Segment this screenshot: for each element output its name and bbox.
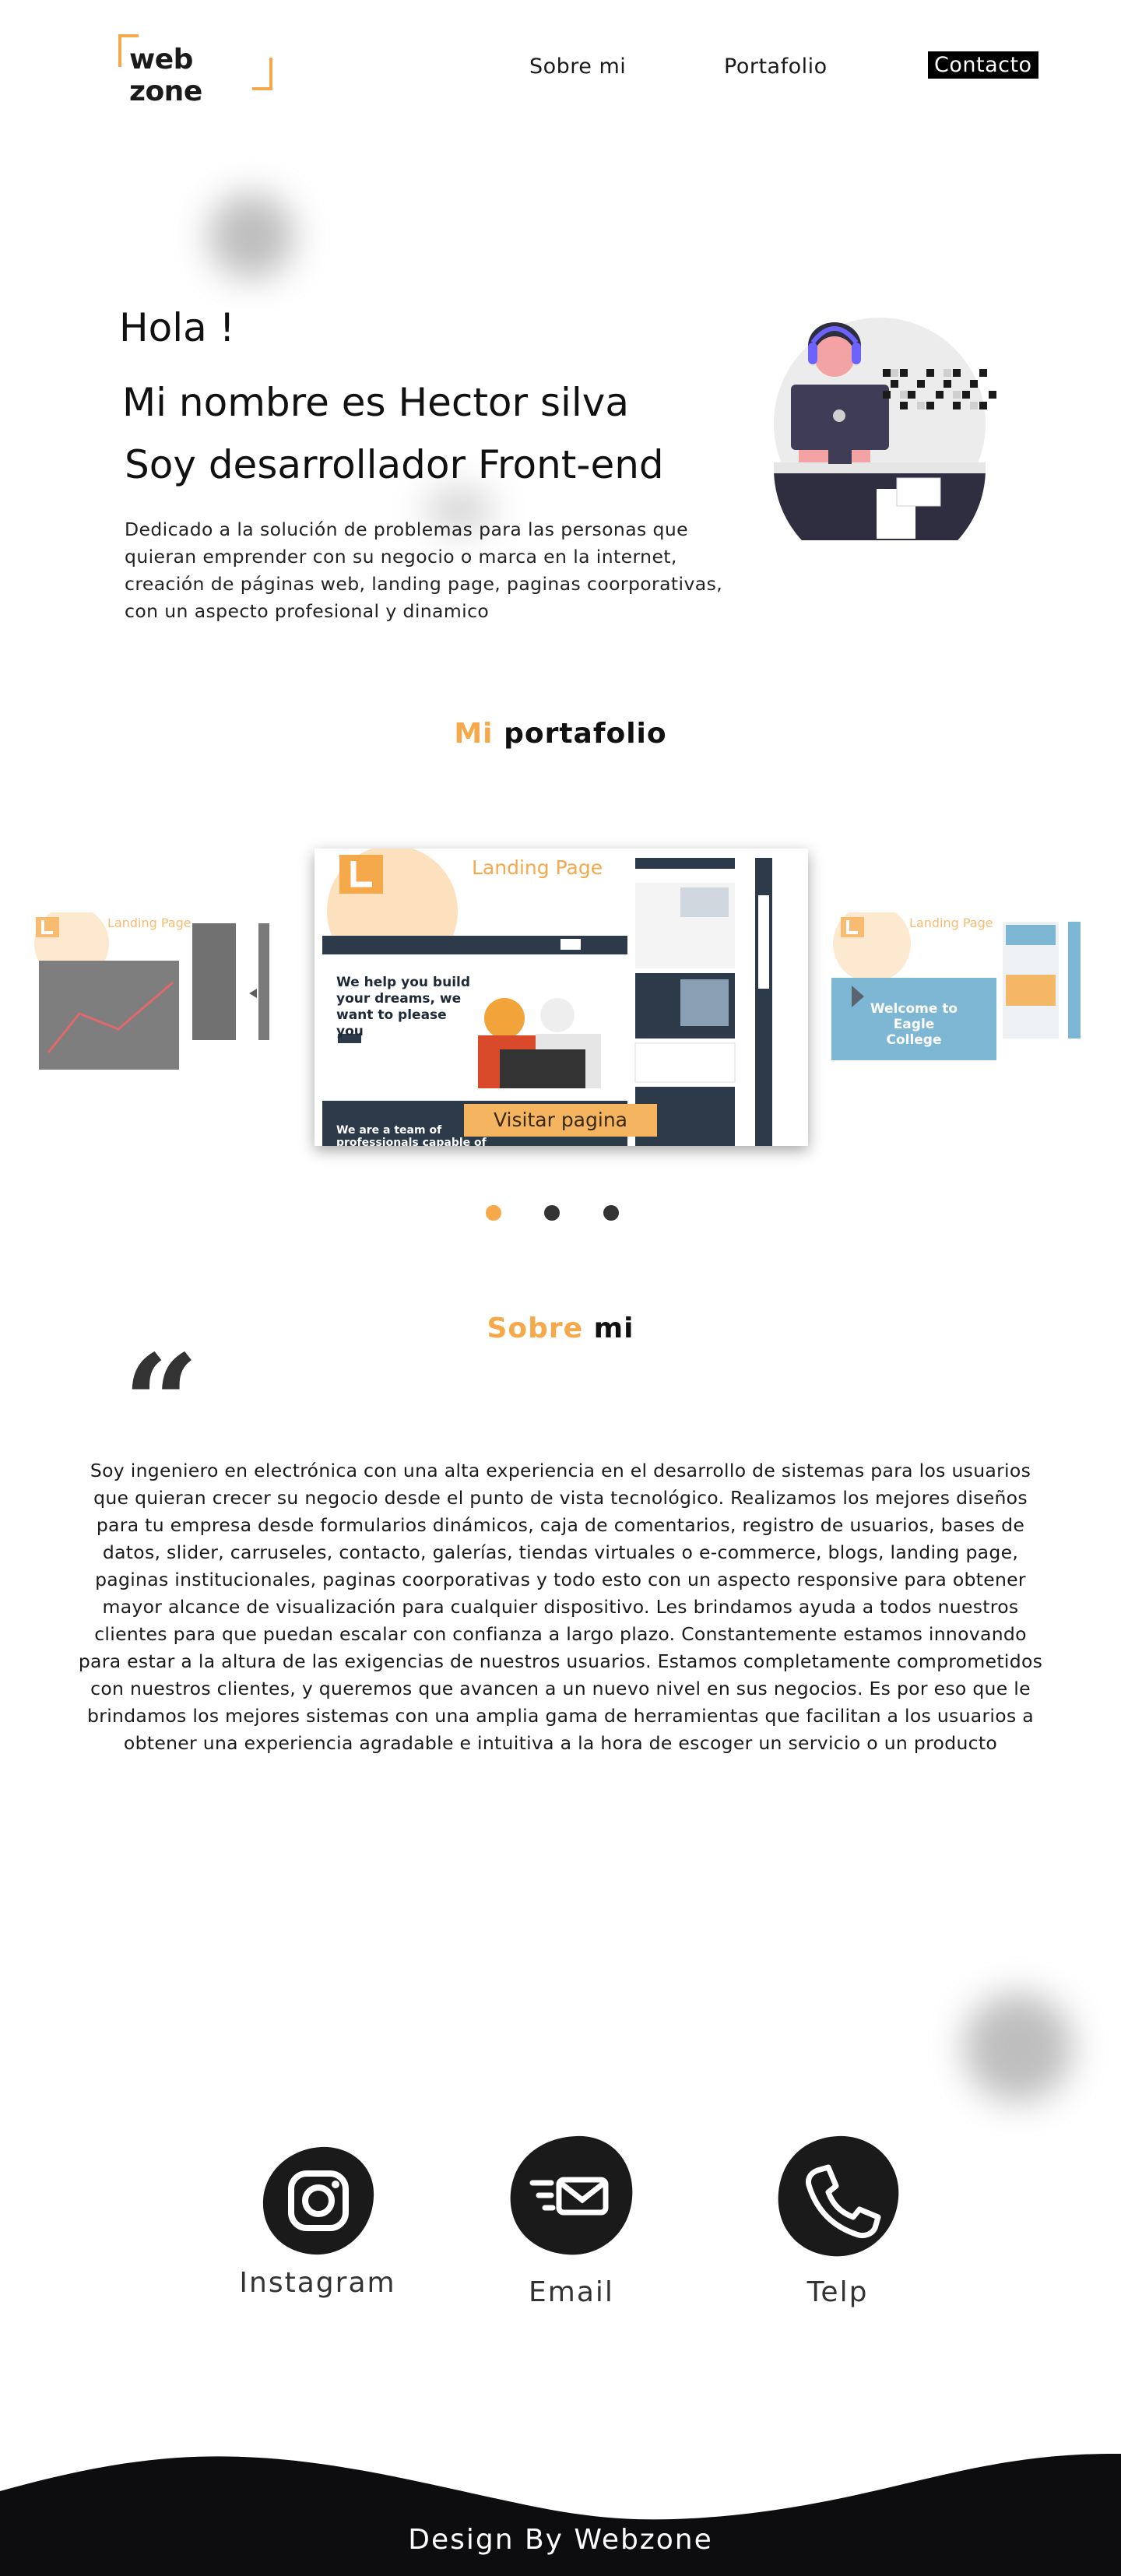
hero-greeting: Hola ! [119,305,235,350]
decorative-blur-circle [209,193,294,279]
hero-name: Mi nombre es Hector silva [122,380,630,425]
portfolio-slide-center[interactable]: Landing Page We help you build your drea… [315,849,808,1146]
carousel-dot-3[interactable] [603,1205,619,1221]
portfolio-slide-right[interactable]: Landing Page Welcome to Eagle College [828,912,1081,1082]
portfolio-title-rest: portafolio [493,718,667,750]
slide-right-headline: Welcome to Eagle College [870,1001,958,1048]
slide-right-label: Landing Page [909,915,993,930]
nav-link-portafolio[interactable]: Portafolio [724,54,828,79]
slide-center-headline: We help you build your dreams, we want t… [336,975,471,1039]
slide-center-label: Landing Page [472,856,603,879]
carousel-dot-1[interactable] [486,1205,501,1221]
main-nav: Sobre mi Portafolio Contacto [0,51,1121,86]
hero-role: Soy desarrollador Front-end [125,442,664,487]
about-title-rest: mi [583,1313,634,1344]
developer-illustration [774,318,996,540]
contact-label-telp[interactable]: Telp [736,2276,939,2308]
quote-icon: “ [123,1326,199,1481]
portfolio-title-accent: Mi [454,718,494,750]
portfolio-slide-left[interactable]: Landing Page [33,912,269,1082]
visit-page-button[interactable]: Visitar pagina [464,1104,657,1137]
email-icon[interactable] [504,2131,637,2259]
about-text: Soy ingeniero en electrónica con una alt… [78,1460,1043,1754]
slide-preview-left [34,912,269,1070]
decorative-blur-circle [964,1993,1073,2102]
slide-preview-right [831,912,1081,1060]
portfolio-title: Mi portafolio [0,718,1121,750]
nav-link-contacto[interactable]: Contacto [928,51,1038,79]
slide-left-label: Landing Page [107,915,192,930]
about-title-accent: Sobre [487,1313,584,1344]
contact-label-instagram[interactable]: Instagram [216,2267,419,2299]
nav-link-sobre-mi[interactable]: Sobre mi [529,54,626,79]
instagram-icon[interactable] [260,2144,377,2258]
carousel-dot-2[interactable] [544,1205,560,1221]
footer-credit: Design By Webzone [408,2524,713,2556]
contact-label-email[interactable]: Email [470,2276,673,2308]
hero-description: Dedicado a la solución de problemas para… [125,518,723,622]
phone-icon[interactable] [772,2133,903,2261]
